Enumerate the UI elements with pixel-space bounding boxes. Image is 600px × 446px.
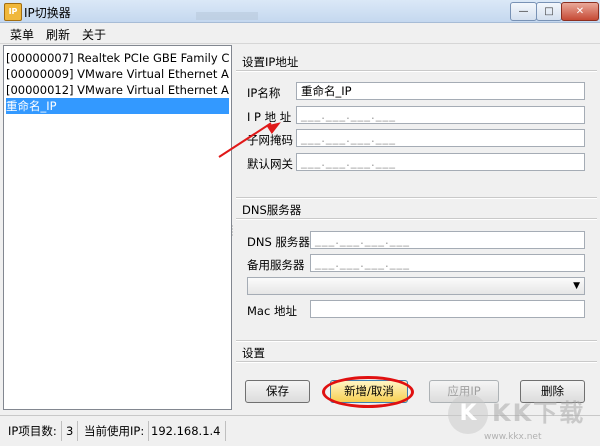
menu-bar: 菜单 刷新 关于 bbox=[0, 23, 600, 44]
app-window: IP IP切换器 — □ ✕ 菜单 刷新 关于 [00000007] Realt… bbox=[0, 0, 600, 446]
minimize-button[interactable]: — bbox=[510, 2, 537, 21]
list-item-selected[interactable]: 重命名_IP bbox=[6, 98, 229, 114]
title-ghost-decoration bbox=[196, 12, 258, 20]
ip-section-title: 设置IP地址 bbox=[242, 55, 299, 69]
adapter-select[interactable]: ▼ bbox=[247, 277, 585, 295]
close-button[interactable]: ✕ bbox=[561, 2, 599, 21]
section-divider bbox=[236, 361, 597, 363]
minimize-icon: — bbox=[518, 6, 529, 17]
subnet-mask-input[interactable]: ___.___.___.___ bbox=[296, 129, 585, 147]
list-item[interactable]: [00000012] VMware Virtual Ethernet Adap bbox=[6, 82, 229, 98]
app-icon: IP bbox=[4, 3, 22, 21]
maximize-icon: □ bbox=[544, 6, 554, 17]
settings-section-title: 设置 bbox=[242, 346, 265, 360]
section-divider bbox=[236, 340, 597, 342]
window-title: IP切换器 bbox=[24, 6, 71, 20]
list-item[interactable]: [00000009] VMware Virtual Ethernet Adap bbox=[6, 66, 229, 82]
adapter-list[interactable]: [00000007] Realtek PCIe GBE Family Contr… bbox=[3, 45, 232, 410]
title-bar[interactable]: IP IP切换器 — □ ✕ bbox=[0, 0, 600, 23]
dns-server-label: DNS 服务器 bbox=[247, 235, 310, 249]
splitter-grip-icon: · · · · bbox=[231, 222, 234, 240]
gateway-label: 默认网关 bbox=[247, 157, 293, 171]
dns-server-input[interactable]: ___.___.___.___ bbox=[310, 231, 585, 249]
annotation-highlight-ring bbox=[322, 376, 414, 408]
watermark-logo-icon: K bbox=[448, 394, 488, 434]
menu-item-refresh[interactable]: 刷新 bbox=[46, 26, 70, 43]
menu-item-menu[interactable]: 菜单 bbox=[10, 26, 34, 43]
mac-address-input[interactable] bbox=[310, 300, 585, 318]
watermark-text: KK下载 bbox=[492, 399, 586, 427]
ip-name-label: IP名称 bbox=[247, 86, 281, 100]
dns-section-title: DNS服务器 bbox=[242, 203, 302, 217]
current-ip-label: 当前使用IP: bbox=[80, 421, 150, 441]
gateway-input[interactable]: ___.___.___.___ bbox=[296, 153, 585, 171]
maximize-button[interactable]: □ bbox=[536, 2, 562, 21]
chevron-down-icon: ▼ bbox=[573, 281, 580, 291]
close-icon: ✕ bbox=[575, 6, 585, 17]
settings-panel: 设置IP地址 IP名称 重命名_IP I P 地 址 ___.___.___._… bbox=[236, 45, 597, 408]
section-divider bbox=[236, 218, 597, 220]
alt-dns-input[interactable]: ___.___.___.___ bbox=[310, 254, 585, 272]
current-ip-value: 192.168.1.4 bbox=[147, 421, 226, 441]
section-divider bbox=[236, 70, 597, 72]
ip-count-label: IP项目数: bbox=[4, 421, 62, 441]
ip-name-input[interactable]: 重命名_IP bbox=[296, 82, 585, 100]
alt-dns-label: 备用服务器 bbox=[247, 258, 305, 272]
list-item[interactable]: [00000007] Realtek PCIe GBE Family Contr bbox=[6, 50, 229, 66]
ip-count-value: 3 bbox=[62, 421, 79, 441]
mac-address-label: Mac 地址 bbox=[247, 304, 297, 318]
section-divider bbox=[236, 197, 597, 199]
watermark-url: www.kkx.net bbox=[484, 432, 542, 442]
save-button[interactable]: 保存 bbox=[245, 380, 310, 403]
ip-address-input[interactable]: ___.___.___.___ bbox=[296, 106, 585, 124]
menu-item-about[interactable]: 关于 bbox=[82, 26, 106, 43]
